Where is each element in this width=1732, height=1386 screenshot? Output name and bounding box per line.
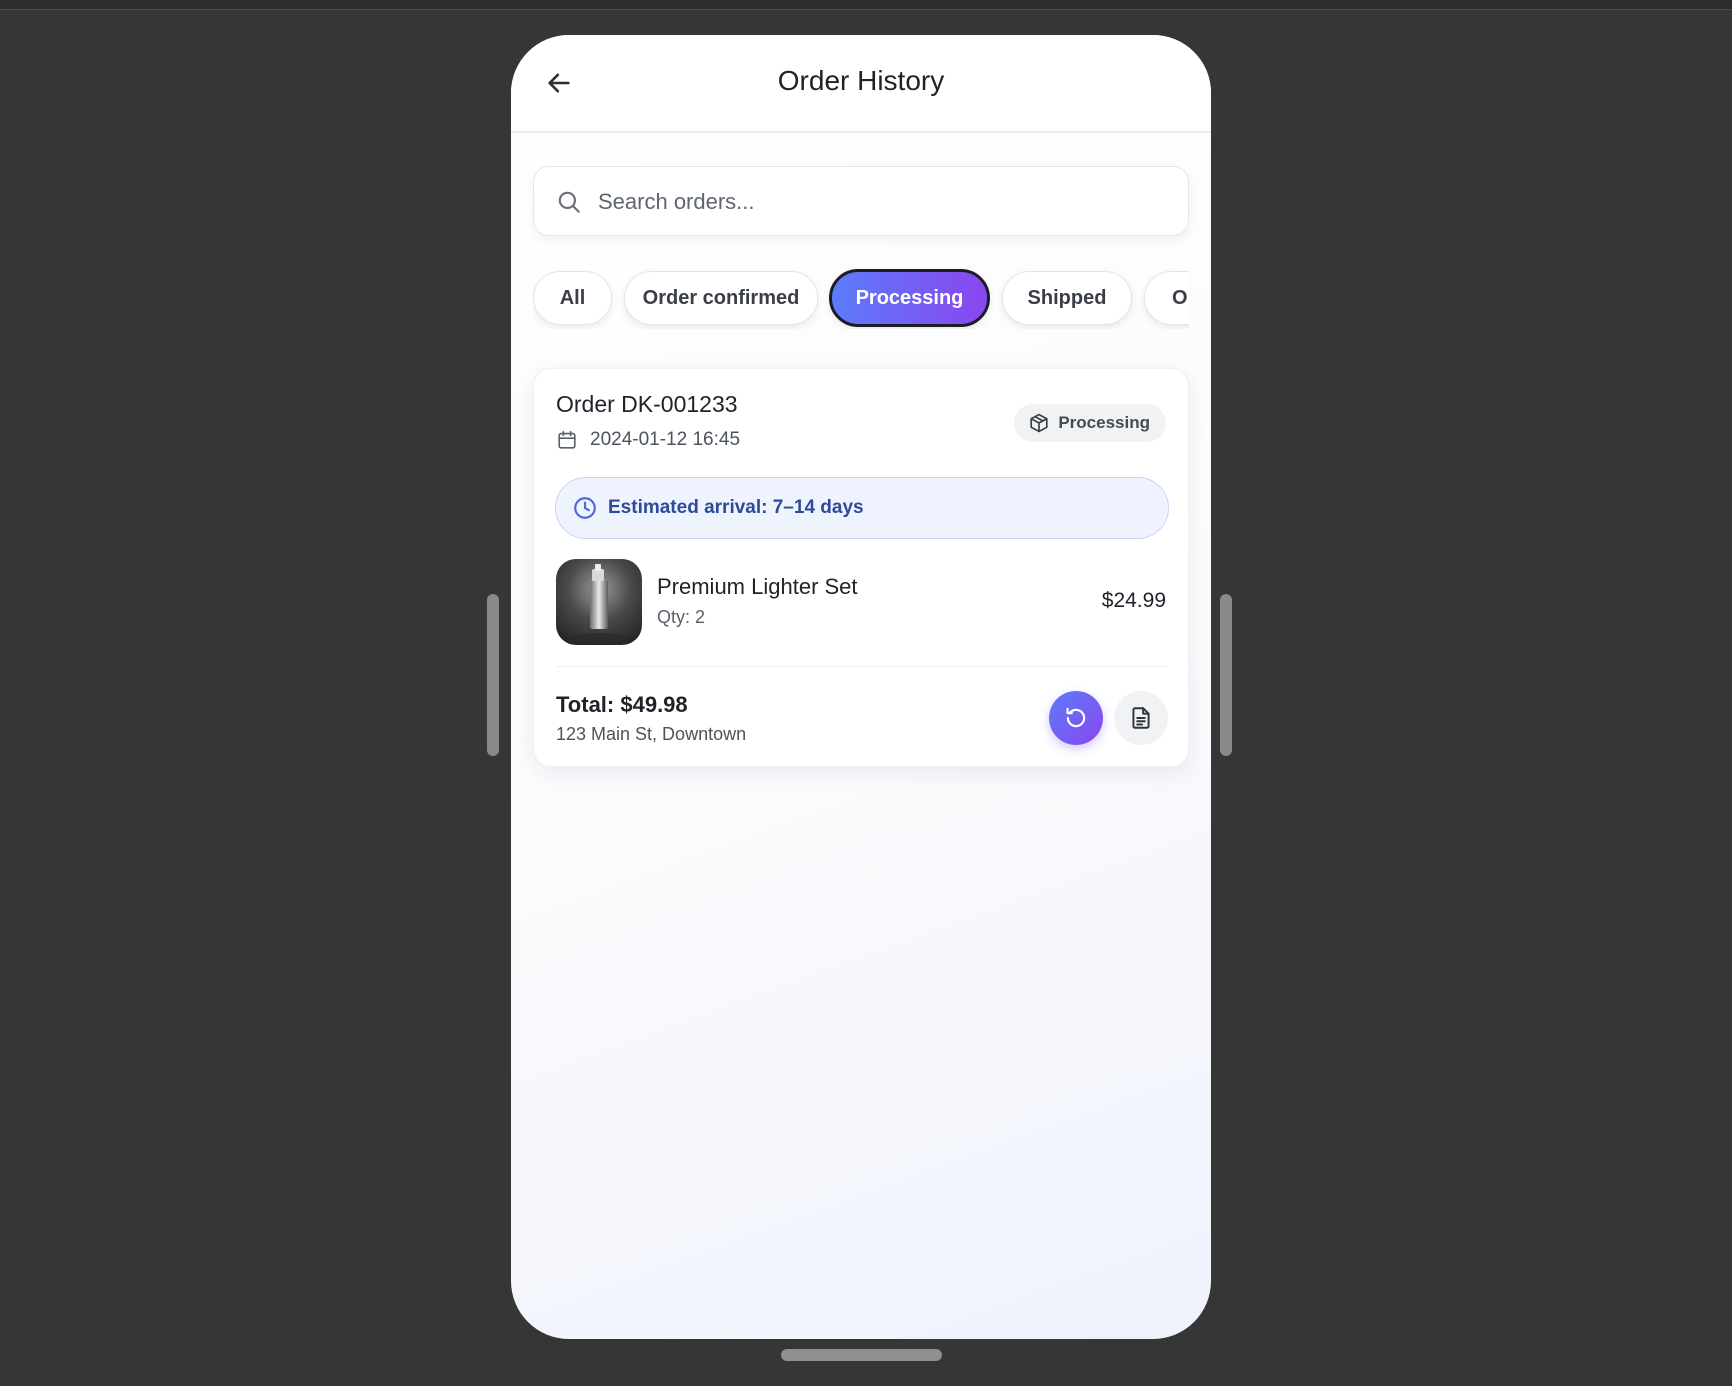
product-name: Premium Lighter Set <box>657 574 858 599</box>
search-bar <box>533 166 1189 236</box>
order-card[interactable]: Order DK-001233 2024-01-12 16:45 Process… <box>533 368 1189 767</box>
estimated-arrival-text: Estimated arrival: 7–14 days <box>608 497 864 518</box>
phone-side-button-right <box>1220 594 1232 756</box>
status-badge: Processing <box>1014 404 1166 442</box>
filter-chip-order-confirmed[interactable]: Order confirmed <box>624 271 818 325</box>
app-header: Order History <box>511 35 1211 133</box>
search-input[interactable] <box>598 181 1168 223</box>
invoice-button[interactable] <box>1114 691 1168 745</box>
package-icon <box>1030 413 1048 433</box>
phone-side-button-left <box>487 594 499 756</box>
home-indicator[interactable] <box>781 1349 942 1361</box>
order-date-row: 2024-01-12 16:45 <box>556 427 740 453</box>
reorder-icon <box>1066 707 1086 728</box>
filter-chip-processing[interactable]: Processing <box>829 269 990 327</box>
document-icon <box>1132 707 1150 729</box>
product-image <box>556 559 642 645</box>
delivery-address: 123 Main St, Downtown <box>556 724 747 744</box>
search-icon <box>558 191 580 213</box>
reorder-button[interactable] <box>1049 691 1103 745</box>
phone-screen: Order History All Order confirmed Proces… <box>511 35 1211 1339</box>
filter-chip-shipped[interactable]: Shipped <box>1002 271 1132 325</box>
product-price: $24.99 <box>1101 589 1166 612</box>
page-title: Order History <box>777 65 945 96</box>
order-id: Order DK-001233 <box>556 391 738 417</box>
card-divider <box>556 666 1168 667</box>
clock-icon <box>574 497 596 519</box>
top-bar <box>0 0 1732 10</box>
estimated-arrival-banner: Estimated arrival: 7–14 days <box>555 477 1169 539</box>
status-badge-label: Processing <box>1058 413 1150 432</box>
status-filter-chips: All Order confirmed Processing Shipped O <box>533 267 1189 329</box>
order-total: Total: $49.98 <box>556 692 688 717</box>
lighter-product-photo <box>569 564 629 645</box>
filter-chip-all[interactable]: All <box>533 271 612 325</box>
product-quantity: Qty: 2 <box>657 607 706 627</box>
calendar-icon <box>558 430 576 449</box>
order-datetime: 2024-01-12 16:45 <box>590 429 741 450</box>
filter-chip-partial[interactable]: O <box>1144 271 1189 325</box>
